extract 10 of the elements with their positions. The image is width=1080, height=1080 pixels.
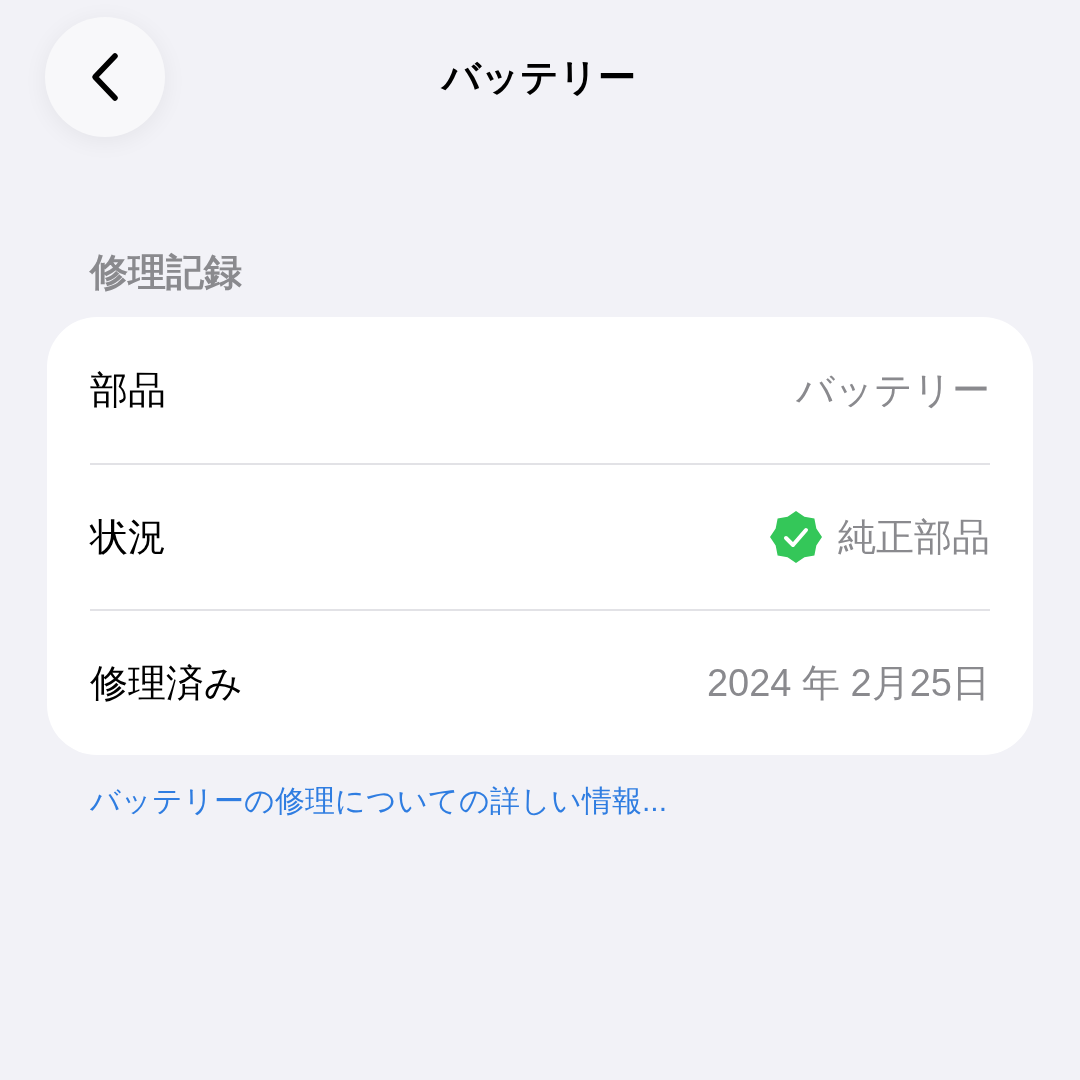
row-value: 2024 年 2月25日	[706, 660, 990, 706]
row-value: 純正部品	[838, 514, 990, 560]
row-value: バッテリー	[796, 367, 990, 413]
row-label: 状況	[90, 514, 166, 560]
row-label: 修理済み	[90, 660, 243, 706]
page-title: バッテリー	[440, 54, 637, 100]
row-label: 部品	[90, 367, 166, 413]
section-header: 修理記録	[90, 250, 243, 295]
verified-badge-icon	[770, 511, 822, 563]
info-link[interactable]: バッテリーの修理についての詳しい情報...	[90, 781, 667, 822]
